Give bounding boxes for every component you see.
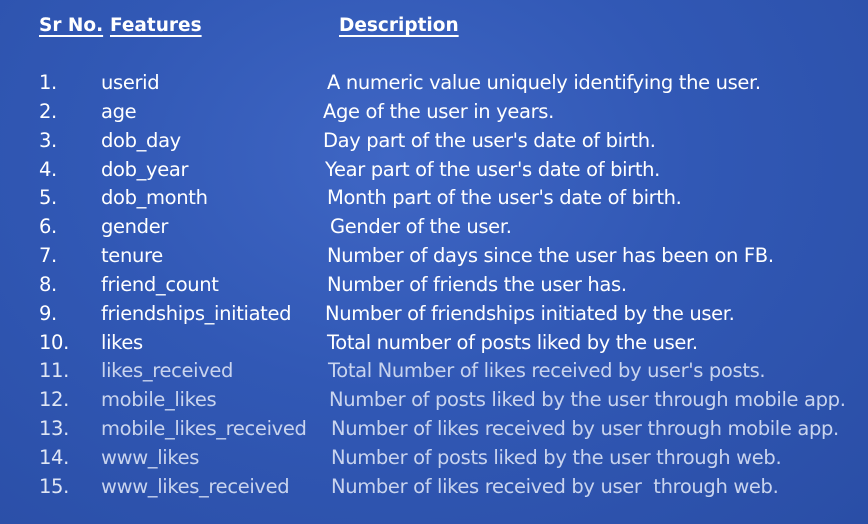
feature-description: Number of friends the user has. — [327, 272, 627, 296]
table-row: 14. www_likes Number of posts liked by t… — [0, 444, 868, 473]
row-number: 12. — [39, 388, 69, 412]
feature-name: mobile_likes — [101, 388, 217, 412]
feature-description: A numeric value uniquely identifying the… — [327, 71, 761, 94]
table-row: 12. mobile_likes Number of posts liked b… — [0, 386, 868, 415]
table-row: 10. likes Total number of posts liked by… — [0, 329, 868, 358]
feature-name: friendships_initiated — [101, 301, 292, 325]
table-row: 8. friend_count Number of friends the us… — [0, 271, 868, 300]
table-header: Sr No. Features Description — [0, 13, 868, 41]
feature-description: Number of friendships initiated by the u… — [325, 301, 735, 325]
feature-name: www_likes_received — [101, 474, 290, 498]
feature-name: dob_month — [101, 186, 208, 210]
feature-name: likes_received — [101, 359, 234, 383]
row-number: 9. — [39, 301, 57, 325]
feature-description: Gender of the user. — [330, 215, 512, 239]
feature-description: Year part of the user's date of birth. — [325, 157, 660, 181]
feature-name: friend_count — [101, 272, 219, 296]
table-row: 6. gender Gender of the user. — [0, 213, 868, 242]
feature-name: mobile_likes_received — [101, 417, 307, 441]
row-number: 14. — [39, 445, 69, 469]
feature-name: tenure — [101, 244, 163, 268]
feature-name: www_likes — [101, 445, 200, 469]
header-description: Description — [339, 15, 459, 36]
row-number: 8. — [39, 272, 57, 296]
row-number: 2. — [39, 99, 57, 123]
feature-name: likes — [101, 330, 143, 354]
feature-name: gender — [101, 215, 169, 239]
row-number: 15. — [39, 474, 69, 498]
row-number: 7. — [39, 244, 57, 268]
row-number: 5. — [39, 186, 57, 210]
feature-name: userid — [101, 71, 160, 94]
row-number: 11. — [39, 359, 69, 383]
table-row: 15. www_likes_received Number of likes r… — [0, 473, 868, 502]
feature-table: 1. userid A numeric value uniquely ident… — [0, 69, 868, 502]
feature-description: Total Number of likes received by user's… — [328, 359, 766, 383]
row-number: 13. — [39, 417, 69, 441]
table-row: 3. dob_day Day part of the user's date o… — [0, 127, 868, 156]
row-number: 4. — [39, 157, 57, 181]
feature-name: age — [101, 99, 137, 123]
feature-description: Number of likes received by user through… — [331, 417, 839, 441]
row-number: 10. — [39, 330, 69, 354]
row-number: 1. — [39, 71, 57, 94]
table-row: 2. age Age of the user in years. — [0, 98, 868, 127]
feature-description: Total number of posts liked by the user. — [327, 330, 698, 354]
feature-description: Number of posts liked by the user throug… — [331, 445, 782, 469]
row-number: 6. — [39, 215, 57, 239]
table-row: 11. likes_received Total Number of likes… — [0, 357, 868, 386]
table-row: 7. tenure Number of days since the user … — [0, 242, 868, 271]
header-features: Features — [110, 15, 202, 36]
feature-description: Age of the user in years. — [323, 99, 554, 123]
feature-description: Month part of the user's date of birth. — [327, 186, 682, 210]
feature-description: Day part of the user's date of birth. — [323, 128, 656, 152]
table-row: 13. mobile_likes_received Number of like… — [0, 415, 868, 444]
header-sr-no: Sr No. — [39, 15, 104, 36]
row-number: 3. — [39, 128, 57, 152]
table-row: 1. userid A numeric value uniquely ident… — [0, 69, 868, 98]
feature-description: Number of posts liked by the user throug… — [329, 388, 846, 412]
feature-description: Number of likes received by user through… — [331, 474, 779, 498]
table-row: 4. dob_year Year part of the user's date… — [0, 156, 868, 185]
feature-name: dob_year — [101, 157, 189, 181]
feature-name: dob_day — [101, 128, 181, 152]
table-row: 9. friendships_initiated Number of frien… — [0, 300, 868, 329]
feature-description: Number of days since the user has been o… — [327, 244, 774, 268]
table-row: 5. dob_month Month part of the user's da… — [0, 184, 868, 213]
